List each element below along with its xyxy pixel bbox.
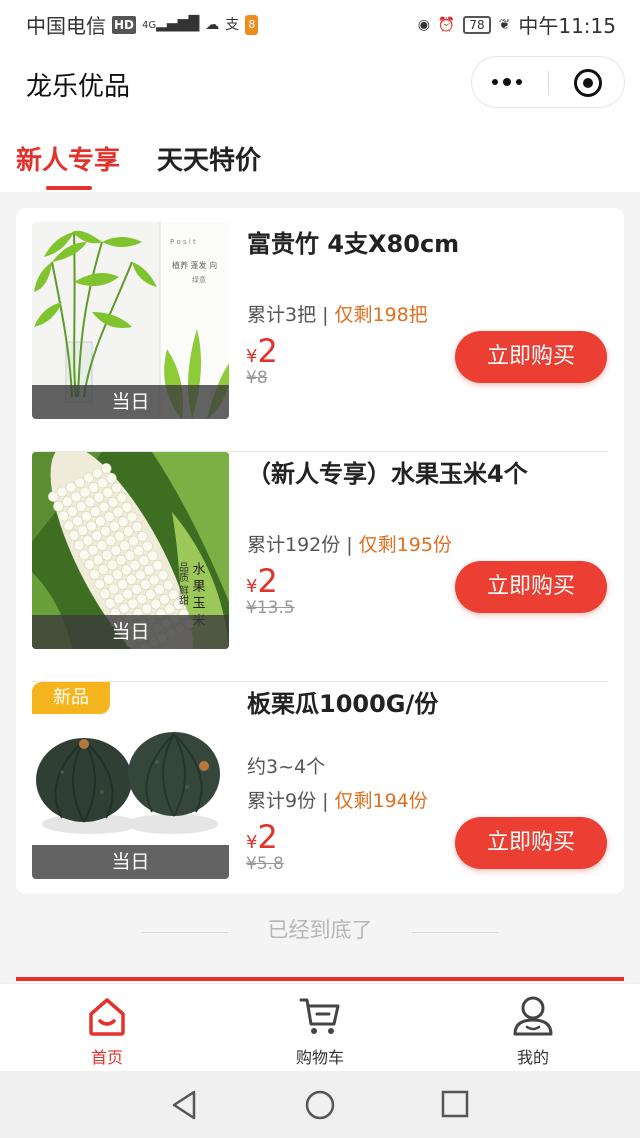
remaining-count: 仅剩195份 bbox=[358, 534, 452, 556]
system-navigation-bar bbox=[0, 1071, 640, 1138]
product-stats: 累计3把 | 仅剩198把 bbox=[247, 304, 428, 326]
svg-text:植养 蓬发 向: 植养 蓬发 向 bbox=[172, 260, 217, 270]
sold-count: 累计192份 bbox=[247, 534, 341, 556]
hd-icon: HD bbox=[112, 15, 137, 34]
tab-daily-deal[interactable]: 天天特价 bbox=[157, 140, 261, 177]
svg-text:P o s i t: P o s i t bbox=[170, 238, 196, 246]
close-miniprogram-button[interactable] bbox=[574, 69, 602, 97]
tab-bar: 新人专享 天天特价 bbox=[0, 122, 640, 192]
nav-home[interactable]: 首页 bbox=[57, 994, 157, 1068]
product-stats: 累计192份 | 仅剩195份 bbox=[247, 534, 452, 556]
original-price: ¥13.5 bbox=[246, 598, 295, 618]
battery-icon: 78 bbox=[463, 15, 491, 34]
nav-me[interactable]: 我的 bbox=[483, 994, 583, 1068]
price: ¥2 bbox=[246, 332, 278, 370]
product-stats: 累计9份 | 仅剩194份 bbox=[247, 790, 428, 812]
sold-count: 累计3把 bbox=[247, 304, 317, 326]
badge-same-day: 当日 bbox=[32, 615, 229, 649]
tab-underline bbox=[46, 186, 92, 190]
bottom-nav: 首页 购物车 我的 bbox=[0, 983, 640, 1071]
page-title: 龙乐优品 bbox=[26, 72, 131, 102]
status-bar: 中国电信 HD 4G▂▄▆█ ☁ 支 8 ◉ ⏰ 78 ❦ 中午11:15 bbox=[0, 0, 640, 44]
title-bar: 龙乐优品 bbox=[0, 44, 640, 122]
end-of-list-label: 已经到底了 bbox=[267, 918, 373, 942]
remaining-count: 仅剩198把 bbox=[334, 304, 428, 326]
product-list: P o s i t 植养 蓬发 向 绿意 当日 富贵竹 4支X80cm 累计3把… bbox=[16, 208, 624, 894]
clock-label: 中午11:15 bbox=[518, 14, 616, 38]
alarm-icon: ⏰ bbox=[437, 16, 456, 33]
product-name[interactable]: 富贵竹 4支X80cm bbox=[247, 224, 459, 259]
remaining-count: 仅剩194份 bbox=[334, 790, 428, 812]
miniprogram-capsule bbox=[471, 56, 625, 108]
price: ¥2 bbox=[246, 562, 278, 600]
product-name[interactable]: （新人专享）水果玉米4个 bbox=[247, 454, 528, 489]
recent-apps-icon[interactable] bbox=[440, 1089, 470, 1119]
buy-now-button[interactable]: 立即购买 bbox=[455, 817, 607, 869]
product-note: 约3~4个 bbox=[247, 756, 326, 778]
sold-count: 累计9份 bbox=[247, 790, 317, 812]
user-icon bbox=[513, 996, 553, 1036]
nav-home-label: 首页 bbox=[90, 1048, 123, 1067]
product-item[interactable]: 新品 当日 板栗瓜1000G/份 约3~4个 累计9份 | 仅剩194份 ¥2 ¥5… bbox=[32, 682, 608, 894]
price: ¥2 bbox=[246, 818, 278, 856]
home-icon bbox=[89, 998, 125, 1036]
product-image-pumpkin[interactable]: 新品 当日 bbox=[32, 682, 229, 879]
product-item[interactable]: P o s i t 植养 蓬发 向 绿意 当日 富贵竹 4支X80cm 累计3把… bbox=[32, 222, 608, 452]
svg-text:绿意: 绿意 bbox=[192, 275, 206, 284]
nav-cart[interactable]: 购物车 bbox=[270, 994, 370, 1068]
buy-now-button[interactable]: 立即购买 bbox=[455, 561, 607, 613]
nav-cart-label: 购物车 bbox=[295, 1048, 344, 1067]
more-menu-button[interactable] bbox=[492, 78, 522, 86]
leaf-icon: ❦ bbox=[498, 16, 511, 33]
eye-icon: ◉ bbox=[417, 16, 430, 33]
nav-me-label: 我的 bbox=[516, 1048, 549, 1067]
alipay-icon: 支 bbox=[225, 16, 240, 33]
back-icon[interactable] bbox=[170, 1089, 200, 1121]
wechat-icon: ☁ bbox=[205, 16, 220, 33]
badge-same-day: 当日 bbox=[32, 845, 229, 879]
product-name[interactable]: 板栗瓜1000G/份 bbox=[247, 684, 438, 719]
carrier-label: 中国电信 bbox=[26, 14, 106, 38]
end-divider-right bbox=[412, 932, 498, 933]
product-image-corn[interactable]: 品质 鲜甜 水 果 玉 米 当日 bbox=[32, 452, 229, 649]
cart-icon bbox=[299, 998, 340, 1034]
original-price: ¥8 bbox=[246, 368, 268, 388]
original-price: ¥5.8 bbox=[246, 854, 284, 874]
badge-new: 新品 bbox=[32, 682, 110, 714]
buy-now-button[interactable]: 立即购买 bbox=[455, 331, 607, 383]
tab-newcomer[interactable]: 新人专享 bbox=[16, 140, 120, 177]
app-icon: 8 bbox=[245, 14, 259, 35]
product-item[interactable]: 品质 鲜甜 水 果 玉 米 当日 （新人专享）水果玉米4个 累计192份 | 仅剩1… bbox=[32, 452, 608, 682]
svg-text:品质 鲜甜: 品质 鲜甜 bbox=[177, 562, 189, 606]
signal-icon: 4G▂▄▆█ bbox=[142, 15, 200, 32]
accent-divider bbox=[16, 977, 624, 981]
product-image-bamboo[interactable]: P o s i t 植养 蓬发 向 绿意 当日 bbox=[32, 222, 229, 419]
home-circle-icon[interactable] bbox=[304, 1089, 336, 1121]
badge-same-day: 当日 bbox=[32, 385, 229, 419]
